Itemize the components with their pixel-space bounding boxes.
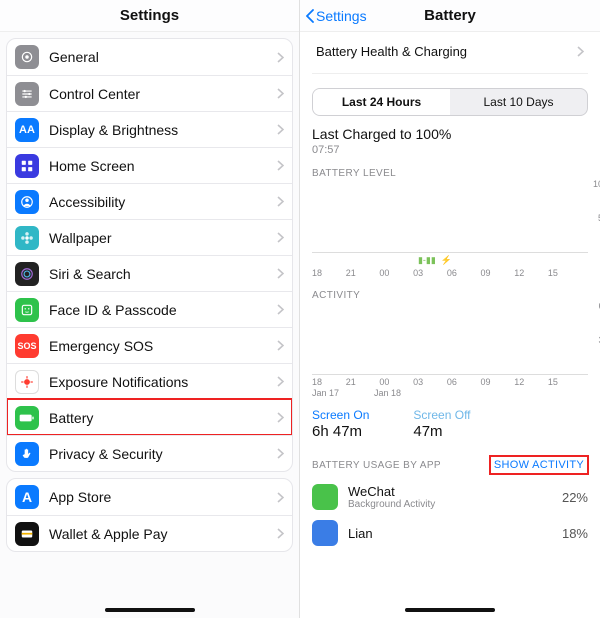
settings-label: Wallet & Apple Pay (49, 526, 277, 542)
settings-row-privacy[interactable]: Privacy & Security (7, 435, 292, 471)
general-icon (15, 45, 39, 69)
show-activity-button[interactable]: SHOW ACTIVITY (490, 456, 588, 474)
settings-row-sos[interactable]: SOS Emergency SOS (7, 327, 292, 363)
settings-title: Settings (120, 7, 179, 24)
settings-label: Display & Brightness (49, 122, 277, 138)
last-charged-time: 07:57 (312, 144, 588, 156)
chevron-right-icon (277, 376, 284, 387)
settings-label: Face ID & Passcode (49, 302, 277, 318)
battery-title: Battery (424, 7, 476, 24)
app-percent: 18% (562, 526, 588, 541)
battery-health-label: Battery Health & Charging (316, 44, 467, 59)
screen-on-value: 6h 47m (312, 423, 369, 440)
battery-level-chart: 100% 50% 0% ▮-▮▮ ⚡ 1821000306091215 (312, 183, 588, 278)
chevron-right-icon (277, 124, 284, 135)
home-indicator[interactable] (105, 608, 195, 612)
activity-title: ACTIVITY (312, 290, 588, 301)
settings-row-faceid[interactable]: Face ID & Passcode (7, 291, 292, 327)
home-indicator[interactable] (405, 608, 495, 612)
wallpaper-icon (15, 226, 39, 250)
chevron-right-icon (277, 492, 284, 503)
app-icon (312, 520, 338, 546)
display-icon: AA (15, 118, 39, 142)
time-range-segmented[interactable]: Last 24 Hours Last 10 Days (312, 88, 588, 116)
settings-label: Emergency SOS (49, 338, 277, 354)
chevron-right-icon (277, 160, 284, 171)
wallet-icon (15, 522, 39, 546)
settings-pane: Settings General Control Center AA Display … (0, 0, 300, 618)
settings-row-wallet[interactable]: Wallet & Apple Pay (7, 515, 292, 551)
charging-icons: ▮-▮▮ ⚡ (312, 255, 588, 266)
chevron-right-icon (277, 196, 284, 207)
settings-label: Wallpaper (49, 230, 277, 246)
battery-pane: Settings Battery Battery Health & Chargi… (300, 0, 600, 618)
settings-row-general[interactable]: General (7, 39, 292, 75)
settings-row-accessibility[interactable]: Accessibility (7, 183, 292, 219)
accessibility-icon (15, 190, 39, 214)
settings-row-appstore[interactable]: A App Store (7, 479, 292, 515)
chevron-right-icon (277, 448, 284, 459)
settings-label: General (49, 49, 277, 65)
chevron-right-icon (277, 52, 284, 63)
settings-label: Control Center (49, 86, 277, 102)
siri-icon (15, 262, 39, 286)
last-charged-label: Last Charged to 100% (312, 126, 588, 142)
chevron-right-icon (277, 304, 284, 315)
seg-10d[interactable]: Last 10 Days (450, 89, 587, 115)
faceid-icon (15, 298, 39, 322)
app-percent: 22% (562, 490, 588, 505)
settings-label: App Store (49, 489, 277, 505)
settings-header: Settings (0, 0, 299, 32)
back-label: Settings (316, 8, 367, 24)
app-name: Lian (348, 526, 552, 541)
appstore-icon: A (15, 485, 39, 509)
battery-health-row[interactable]: Battery Health & Charging (312, 32, 588, 74)
activity-chart: 60m 30m 0 1821000306091215 Jan 17 Jan 18 (312, 305, 588, 398)
screen-off-label: Screen Off (413, 408, 470, 422)
usage-by-app-title: BATTERY USAGE BY APP (312, 460, 441, 471)
sos-icon: SOS (15, 334, 39, 358)
screen-on-label: Screen On (312, 408, 369, 422)
settings-label: Accessibility (49, 194, 277, 210)
exposure-icon (15, 370, 39, 394)
settings-label: Battery (49, 410, 277, 426)
battery-header: Settings Battery (300, 0, 600, 32)
settings-row-display[interactable]: AA Display & Brightness (7, 111, 292, 147)
privacy-icon (15, 442, 39, 466)
screen-off-value: 47m (413, 423, 470, 440)
chevron-right-icon (277, 268, 284, 279)
settings-row-exposure[interactable]: Exposure Notifications (7, 363, 292, 399)
app-usage-row[interactable]: Lian 18% (312, 520, 588, 546)
chevron-right-icon (277, 528, 284, 539)
settings-row-wallpaper[interactable]: Wallpaper (7, 219, 292, 255)
home-icon (15, 154, 39, 178)
settings-row-control-center[interactable]: Control Center (7, 75, 292, 111)
chevron-right-icon (277, 412, 284, 423)
settings-row-battery[interactable]: Battery (7, 399, 292, 435)
app-subtitle: Background Activity (348, 499, 552, 510)
screen-stats: Screen On 6h 47m Screen Off 47m (312, 408, 588, 440)
seg-24h[interactable]: Last 24 Hours (313, 89, 450, 115)
chevron-right-icon (277, 340, 284, 351)
chevron-right-icon (277, 232, 284, 243)
settings-row-home[interactable]: Home Screen (7, 147, 292, 183)
battery-level-title: BATTERY LEVEL (312, 168, 588, 179)
back-button[interactable]: Settings (306, 8, 367, 24)
app-name: WeChat (348, 484, 552, 499)
battery-icon (15, 406, 39, 430)
app-usage-row[interactable]: WeChatBackground Activity 22% (312, 484, 588, 510)
settings-label: Privacy & Security (49, 446, 277, 462)
chevron-right-icon (577, 46, 584, 57)
settings-label: Siri & Search (49, 266, 277, 282)
settings-label: Exposure Notifications (49, 374, 277, 390)
control-center-icon (15, 82, 39, 106)
chevron-right-icon (277, 88, 284, 99)
settings-label: Home Screen (49, 158, 277, 174)
app-icon (312, 484, 338, 510)
settings-row-siri[interactable]: Siri & Search (7, 255, 292, 291)
